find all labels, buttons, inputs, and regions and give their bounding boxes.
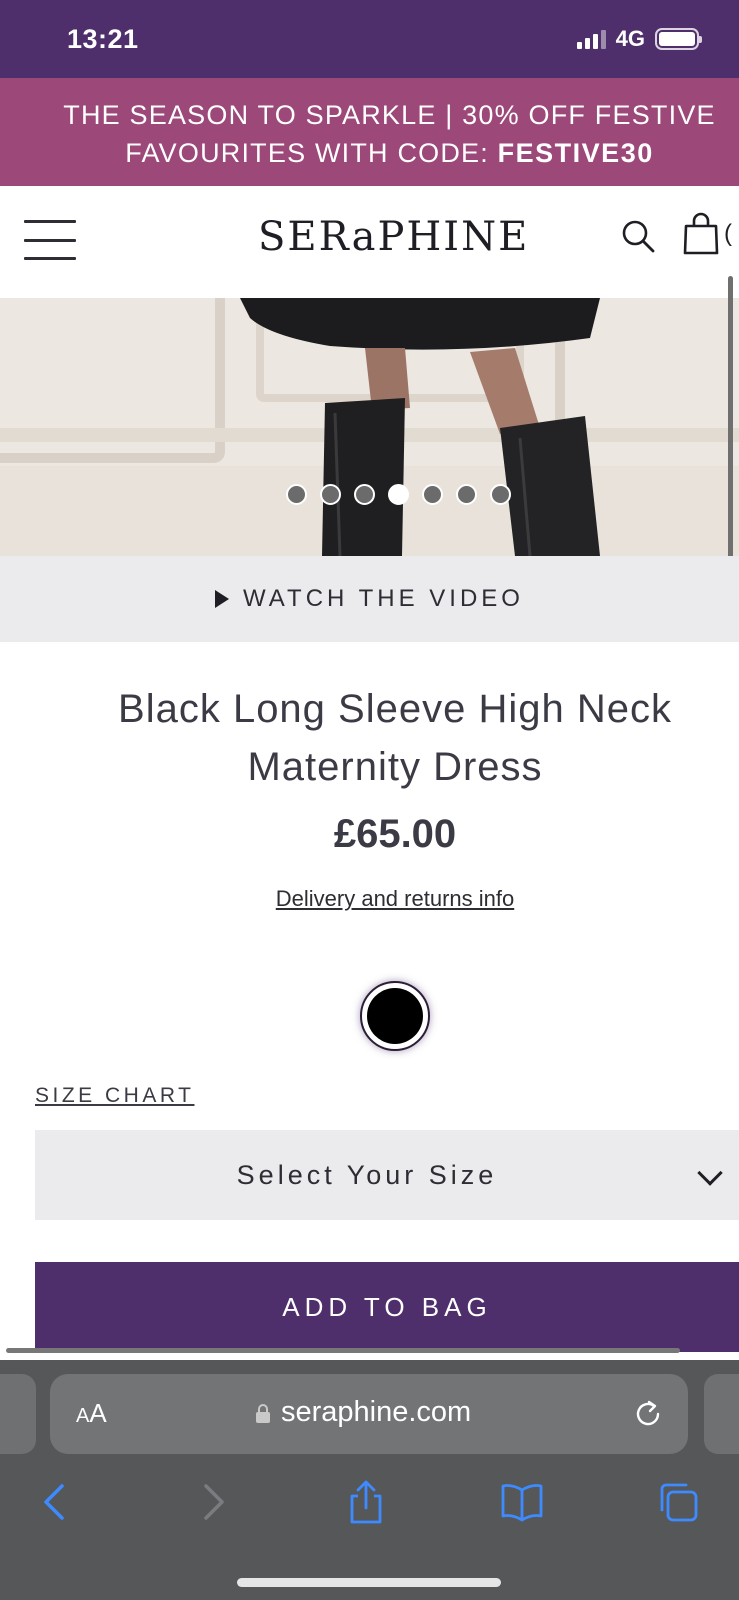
text-size-big: A <box>89 1398 107 1428</box>
bag-count: ( <box>724 220 732 247</box>
browser-toolbar <box>0 1472 739 1532</box>
signal-icon <box>576 29 606 49</box>
site-logo[interactable]: SERaPHINE <box>258 214 529 260</box>
gallery-dot[interactable] <box>286 484 307 505</box>
browser-bottom-bar: AA seraphine.com <box>0 1360 739 1600</box>
status-bar: 13:21 4G <box>0 0 739 78</box>
promo-banner[interactable]: THE SEASON TO SPARKLE | 30% OFF FESTIVE … <box>0 78 739 186</box>
gallery-dot[interactable] <box>422 484 443 505</box>
url-text: seraphine.com <box>281 1396 472 1428</box>
play-icon <box>215 590 230 608</box>
promo-line-1: THE SEASON TO SPARKLE | 30% OFF FESTIVE <box>63 100 716 130</box>
gallery-dot[interactable] <box>388 484 409 505</box>
network-type: 4G <box>615 26 645 51</box>
add-to-bag-button[interactable]: ADD TO BAG <box>35 1262 739 1352</box>
gallery-dot[interactable] <box>320 484 341 505</box>
forward-icon[interactable] <box>190 1480 234 1524</box>
status-time: 13:21 <box>67 24 139 54</box>
site-header: SERaPHINE ( <box>0 186 739 298</box>
home-indicator[interactable] <box>237 1578 501 1587</box>
menu-icon[interactable] <box>24 220 76 260</box>
horizontal-scrollbar[interactable] <box>6 1348 680 1353</box>
battery-icon <box>655 28 702 50</box>
share-icon[interactable] <box>344 1480 388 1524</box>
size-select-label: Select Your Size <box>236 1159 498 1190</box>
address-bar[interactable]: AA seraphine.com <box>50 1374 688 1454</box>
previous-tab-peek[interactable] <box>0 1374 36 1454</box>
size-select[interactable]: Select Your Size <box>35 1130 739 1220</box>
url-display[interactable]: seraphine.com <box>255 1396 471 1429</box>
promo-line-2-text: FAVOURITES WITH CODE: <box>125 138 498 168</box>
color-swatch-fill <box>367 988 423 1044</box>
product-photo <box>0 298 739 556</box>
color-swatch-black[interactable] <box>360 981 430 1051</box>
gallery-pagination[interactable] <box>286 484 511 505</box>
promo-line-2: FAVOURITES WITH CODE: FESTIVE30 <box>40 134 739 172</box>
promo-code: FESTIVE30 <box>497 138 654 168</box>
product-title: Black Long Sleeve High Neck Maternity Dr… <box>118 687 672 789</box>
product-price: £65.00 <box>333 812 457 856</box>
watch-video-button[interactable]: WATCH THE VIDEO <box>0 556 739 642</box>
size-chart-link[interactable]: SIZE CHART <box>35 1084 194 1108</box>
back-icon[interactable] <box>34 1480 78 1524</box>
chevron-down-icon <box>697 1160 723 1186</box>
search-icon[interactable] <box>620 218 656 254</box>
delivery-returns-link[interactable]: Delivery and returns info <box>0 886 739 912</box>
product-image[interactable] <box>0 298 739 556</box>
next-tab-peek[interactable] <box>704 1374 739 1454</box>
shopping-bag-icon[interactable] <box>681 212 721 256</box>
text-size-button[interactable]: AA <box>76 1398 107 1429</box>
text-size-small: A <box>76 1405 90 1427</box>
status-indicators: 4G <box>576 26 702 52</box>
gallery-dot[interactable] <box>456 484 477 505</box>
tabs-icon[interactable] <box>656 1480 700 1524</box>
gallery-dot[interactable] <box>490 484 511 505</box>
bookmarks-icon[interactable] <box>500 1480 544 1524</box>
lock-icon <box>256 1403 270 1423</box>
watch-video-label: WATCH THE VIDEO <box>243 585 524 612</box>
reload-icon[interactable] <box>632 1398 664 1430</box>
gallery-dot[interactable] <box>354 484 375 505</box>
